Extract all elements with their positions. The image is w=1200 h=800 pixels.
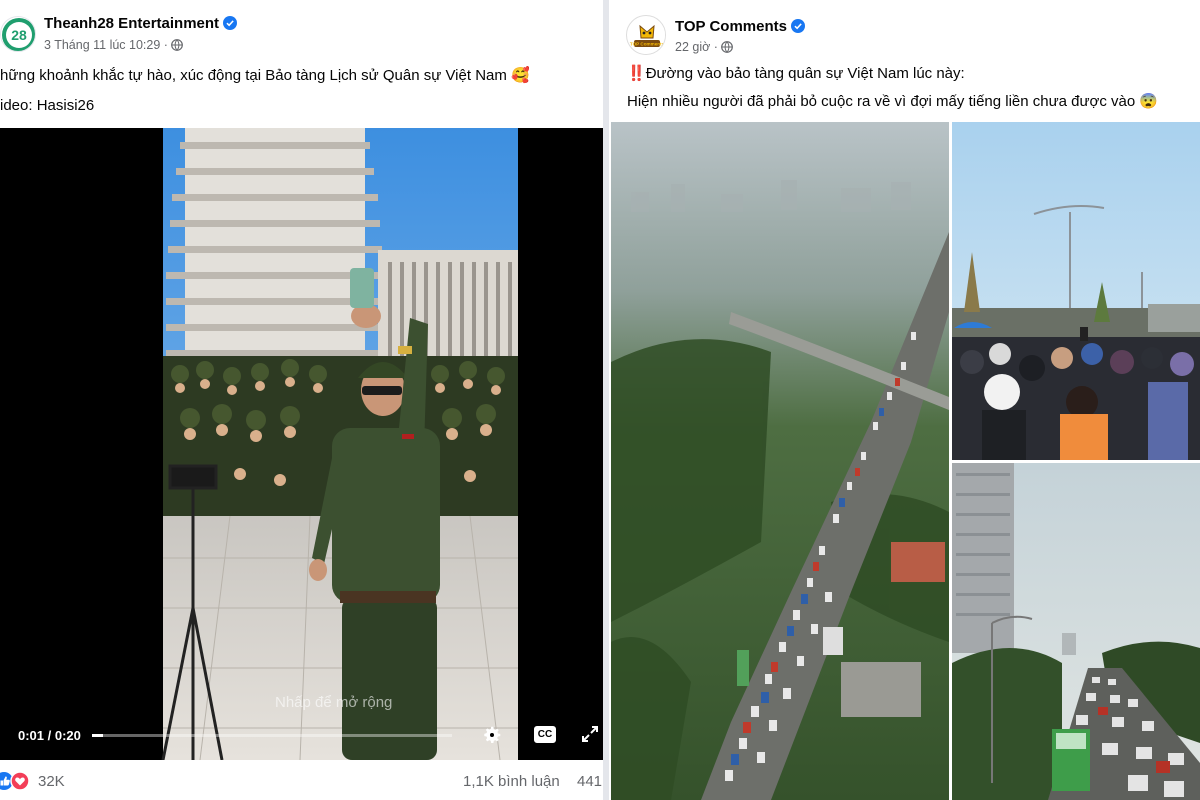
post-text: hững khoảnh khắc tự hào, xúc động tại Bả… (0, 67, 507, 84)
post-header: TOP Comments TOP Comments 22 giờ · (609, 0, 1200, 60)
post-meta: 3 Tháng 11 lúc 10:29 · (44, 38, 184, 52)
verified-badge-icon (223, 16, 238, 30)
globe-icon (721, 41, 734, 53)
fearful-face-emoji: 😨 (1139, 93, 1159, 110)
theanh28-logo-icon: 28 (2, 18, 35, 51)
post-text: Hiện nhiều người đã phải bỏ cuộc ra về v… (627, 93, 1136, 110)
page-name[interactable]: TOP Comments (675, 18, 805, 35)
post-meta: 22 giờ · (675, 40, 734, 54)
share-count[interactable]: 441 (577, 773, 602, 790)
globe-icon (171, 39, 184, 51)
photo-aerial-traffic[interactable] (611, 122, 949, 800)
photo-crowd-waiting[interactable] (952, 122, 1200, 460)
page-name-label[interactable]: Theanh28 Entertainment (44, 15, 219, 32)
avatar-text: TOP Comments (630, 42, 665, 47)
reaction-count[interactable]: 32K (38, 773, 65, 790)
post-text-line2: Hiện nhiều người đã phải bỏ cuộc ra về v… (627, 92, 1158, 112)
verified-badge-icon (790, 19, 805, 33)
reaction-icons[interactable] (0, 771, 34, 791)
post-top-comments: TOP Comments TOP Comments 22 giờ · ‼️Đườ… (609, 0, 1200, 800)
photo-traffic-jam[interactable] (952, 463, 1200, 800)
top-comments-logo-icon: TOP Comments (628, 17, 665, 54)
post-text-line2: ideo: Hasisi26 (0, 97, 95, 114)
post-text: Đường vào bảo tàng quân sự Việt Nam lúc … (645, 65, 965, 82)
video-progress-track[interactable] (92, 734, 452, 737)
captions-button[interactable]: CC (534, 726, 556, 743)
double-exclamation-emoji: ‼️ (627, 65, 646, 82)
post-theanh28: 28 Theanh28 Entertainment 3 Tháng 11 lúc… (0, 0, 603, 800)
video-progress-fill (92, 734, 103, 737)
screenshot-canvas: 28 Theanh28 Entertainment 3 Tháng 11 lúc… (0, 0, 1200, 800)
post-header: 28 Theanh28 Entertainment 3 Tháng 11 lúc… (0, 0, 603, 60)
smiling-hearts-emoji: 🥰 (511, 67, 530, 84)
page-name[interactable]: Theanh28 Entertainment (44, 15, 238, 32)
expand-icon (582, 726, 598, 742)
video-player[interactable]: Nhấp để mở rộng 0:01 / 0:20 CC (0, 128, 603, 760)
page-name-label[interactable]: TOP Comments (675, 18, 787, 35)
post-timestamp[interactable]: 3 Tháng 11 lúc 10:29 · (44, 38, 168, 52)
page-avatar[interactable]: 28 (0, 16, 36, 52)
fullscreen-button[interactable] (581, 725, 599, 743)
tower-building (166, 128, 384, 388)
post-text-line1: hững khoảnh khắc tự hào, xúc động tại Bả… (0, 66, 530, 86)
post-text-line1: ‼️Đường vào bảo tàng quân sự Việt Nam lú… (627, 64, 965, 84)
video-frame (161, 128, 518, 760)
page-avatar[interactable]: TOP Comments (626, 15, 666, 55)
comment-count[interactable]: 1,1K bình luận (463, 773, 560, 790)
video-time: 0:01 / 0:20 (18, 728, 81, 743)
avatar-text: 28 (11, 27, 27, 43)
tap-to-expand-hint[interactable]: Nhấp để mở rộng (275, 694, 392, 711)
reactions-bar: 32K 1,1K bình luận 441 (0, 762, 603, 800)
gear-icon (484, 726, 501, 743)
photo-grid (609, 122, 1200, 800)
post-timestamp[interactable]: 22 giờ · (675, 40, 718, 54)
settings-button[interactable] (481, 724, 503, 746)
